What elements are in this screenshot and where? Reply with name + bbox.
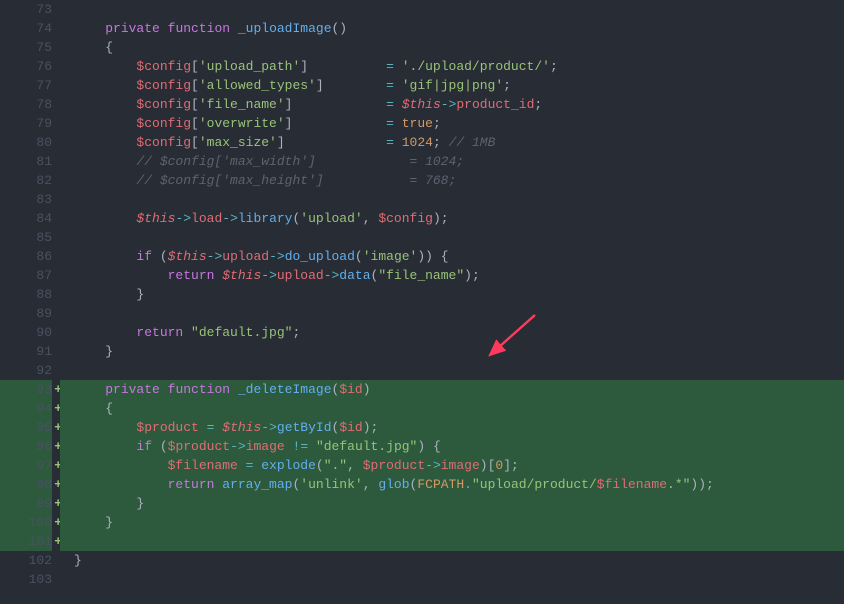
code-line[interactable]: private function _uploadImage() xyxy=(60,19,844,38)
line-number: 83 xyxy=(0,190,52,209)
code-line[interactable]: } xyxy=(60,513,844,532)
line-number: 97 xyxy=(0,456,52,475)
code-line[interactable]: $product = $this->getById($id); xyxy=(60,418,844,437)
line-number-gutter: 7374757677787980818283848586878889909192… xyxy=(0,0,60,604)
code-line[interactable]: } xyxy=(60,342,844,361)
code-line[interactable]: $config['file_name'] = $this->product_id… xyxy=(60,95,844,114)
line-number: 90 xyxy=(0,323,52,342)
line-number: 75 xyxy=(0,38,52,57)
code-line[interactable]: // $config['max_height'] = 768; xyxy=(60,171,844,190)
code-line[interactable] xyxy=(60,532,844,551)
line-number: 80 xyxy=(0,133,52,152)
code-line[interactable] xyxy=(60,190,844,209)
line-number: 82 xyxy=(0,171,52,190)
line-number: 77 xyxy=(0,76,52,95)
code-line[interactable]: if ($product->image != "default.jpg") { xyxy=(60,437,844,456)
line-number: 74 xyxy=(0,19,52,38)
code-line[interactable] xyxy=(60,570,844,589)
code-line[interactable]: return "default.jpg"; xyxy=(60,323,844,342)
line-number: 93 xyxy=(0,380,52,399)
line-number: 103 xyxy=(0,570,52,589)
line-number: 87 xyxy=(0,266,52,285)
line-number: 91 xyxy=(0,342,52,361)
code-area[interactable]: private function _uploadImage() { $confi… xyxy=(60,0,844,604)
line-number: 76 xyxy=(0,57,52,76)
line-number: 84 xyxy=(0,209,52,228)
code-line[interactable]: return array_map('unlink', glob(FCPATH."… xyxy=(60,475,844,494)
line-number: 100 xyxy=(0,513,52,532)
code-line[interactable] xyxy=(60,304,844,323)
code-line[interactable]: { xyxy=(60,38,844,57)
code-line[interactable]: { xyxy=(60,399,844,418)
line-number: 81 xyxy=(0,152,52,171)
code-editor[interactable]: 7374757677787980818283848586878889909192… xyxy=(0,0,844,604)
line-number: 96 xyxy=(0,437,52,456)
code-line[interactable]: $config['allowed_types'] = 'gif|jpg|png'… xyxy=(60,76,844,95)
line-number: 99 xyxy=(0,494,52,513)
line-number: 95 xyxy=(0,418,52,437)
code-line[interactable]: } xyxy=(60,551,844,570)
line-number: 92 xyxy=(0,361,52,380)
code-line[interactable] xyxy=(60,0,844,19)
line-number: 85 xyxy=(0,228,52,247)
code-line[interactable]: return $this->upload->data("file_name"); xyxy=(60,266,844,285)
code-line[interactable] xyxy=(60,228,844,247)
line-number: 101 xyxy=(0,532,52,551)
line-number: 73 xyxy=(0,0,52,19)
code-line[interactable]: // $config['max_width'] = 1024; xyxy=(60,152,844,171)
code-line[interactable]: if ($this->upload->do_upload('image')) { xyxy=(60,247,844,266)
line-number: 78 xyxy=(0,95,52,114)
line-number: 94 xyxy=(0,399,52,418)
code-line[interactable]: } xyxy=(60,285,844,304)
line-number: 88 xyxy=(0,285,52,304)
line-number: 79 xyxy=(0,114,52,133)
line-number: 98 xyxy=(0,475,52,494)
line-number: 102 xyxy=(0,551,52,570)
code-line[interactable]: $filename = explode(".", $product->image… xyxy=(60,456,844,475)
code-line[interactable]: $config['overwrite'] = true; xyxy=(60,114,844,133)
line-number: 86 xyxy=(0,247,52,266)
code-line[interactable] xyxy=(60,361,844,380)
code-line[interactable]: private function _deleteImage($id) xyxy=(60,380,844,399)
code-line[interactable]: } xyxy=(60,494,844,513)
code-line[interactable]: $this->load->library('upload', $config); xyxy=(60,209,844,228)
code-line[interactable]: $config['upload_path'] = './upload/produ… xyxy=(60,57,844,76)
line-number: 89 xyxy=(0,304,52,323)
code-line[interactable]: $config['max_size'] = 1024; // 1MB xyxy=(60,133,844,152)
